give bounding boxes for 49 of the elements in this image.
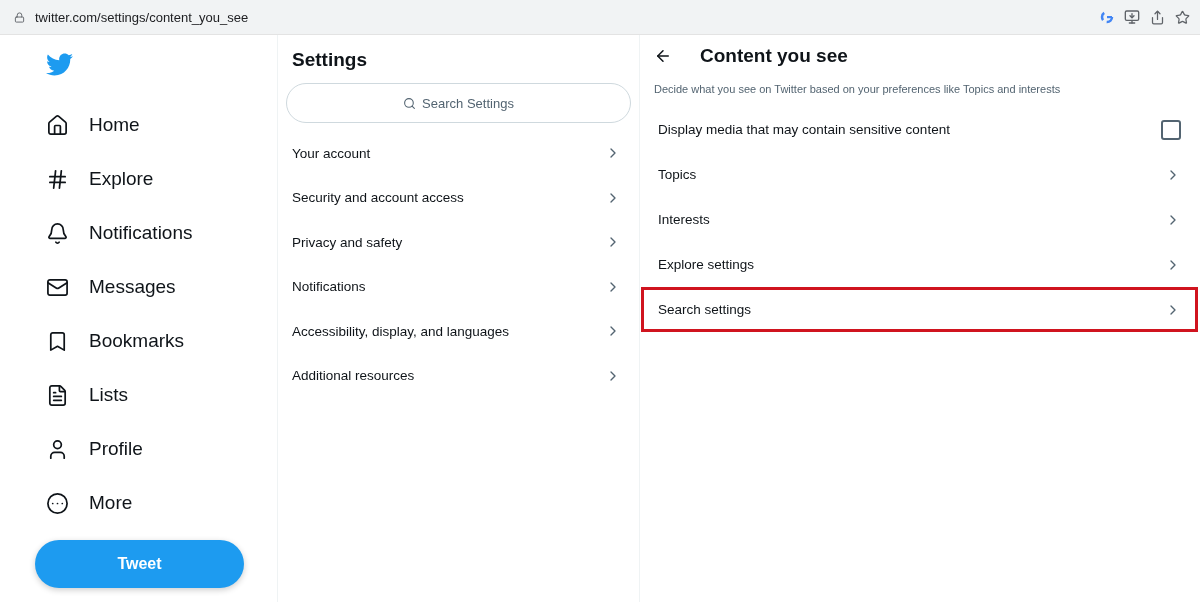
nav-item-icon [46, 383, 69, 407]
settings-item-label: Privacy and safety [292, 234, 403, 250]
settings-item-label: Your account [292, 145, 371, 161]
address-bar[interactable]: twitter.com/settings/content_you_see [0, 0, 1200, 35]
bird-logo-icon[interactable] [46, 51, 73, 78]
nav-item[interactable]: Lists [40, 368, 277, 422]
nav-item[interactable]: Bookmarks [40, 314, 277, 368]
description-text: Decide what you see on Twitter based on your preferences like Topics and interests [654, 83, 1062, 95]
settings-item-label: Additional resources [292, 368, 415, 384]
settings-item[interactable]: Additional resources [286, 353, 631, 398]
settings-item-label: Security and account access [292, 190, 464, 206]
content-row[interactable]: Explore settings [641, 242, 1198, 287]
settings-item[interactable]: Notifications [286, 264, 631, 309]
nav-item[interactable]: Messages [40, 260, 277, 314]
nav-item[interactable]: More [40, 476, 277, 530]
nav-item[interactable]: Explore [40, 152, 277, 206]
content-row-label: Explore settings [658, 257, 755, 272]
nav-item[interactable]: Profile [40, 422, 277, 476]
nav-item[interactable]: Notifications [40, 206, 277, 260]
page-title: Content you see [700, 45, 848, 67]
nav-item-icon [46, 113, 69, 137]
search-icon [403, 96, 417, 110]
nav-item[interactable]: Home [40, 98, 277, 152]
content-row[interactable]: Display media that may contain sensitive content [641, 107, 1198, 152]
url-text: twitter.com/settings/content_you_see [35, 9, 250, 25]
settings-item[interactable]: Your account [286, 131, 631, 176]
back-icon[interactable] [654, 47, 672, 65]
content-row-label: Search settings [658, 302, 752, 317]
content-row[interactable]: Topics [641, 152, 1198, 197]
content-row[interactable]: Search settings [641, 287, 1198, 332]
settings-item-label: Notifications [292, 279, 366, 295]
content-row-label: Display media that may contain sensitive content [658, 122, 950, 137]
settings-item[interactable]: Security and account access [286, 175, 631, 220]
bookmark-star-icon[interactable] [1175, 9, 1190, 25]
nav-item-icon [46, 491, 69, 515]
nav-item-icon [46, 221, 69, 245]
content-row[interactable]: Interests [641, 197, 1198, 242]
checkbox[interactable] [1161, 119, 1181, 140]
content-row-label: Interests [658, 212, 710, 227]
settings-item[interactable]: Privacy and safety [286, 220, 631, 265]
settings-title: Settings [291, 48, 368, 72]
nav-item-icon [46, 167, 69, 191]
settings-item[interactable]: Accessibility, display, and languages [286, 309, 631, 354]
install-icon[interactable] [1124, 9, 1140, 25]
share-icon[interactable] [1150, 9, 1165, 25]
content-row-label: Topics [658, 167, 697, 182]
settings-item-label: Accessibility, display, and languages [292, 323, 510, 339]
lock-icon [14, 11, 25, 23]
search-placeholder: Search Settings [422, 95, 514, 111]
